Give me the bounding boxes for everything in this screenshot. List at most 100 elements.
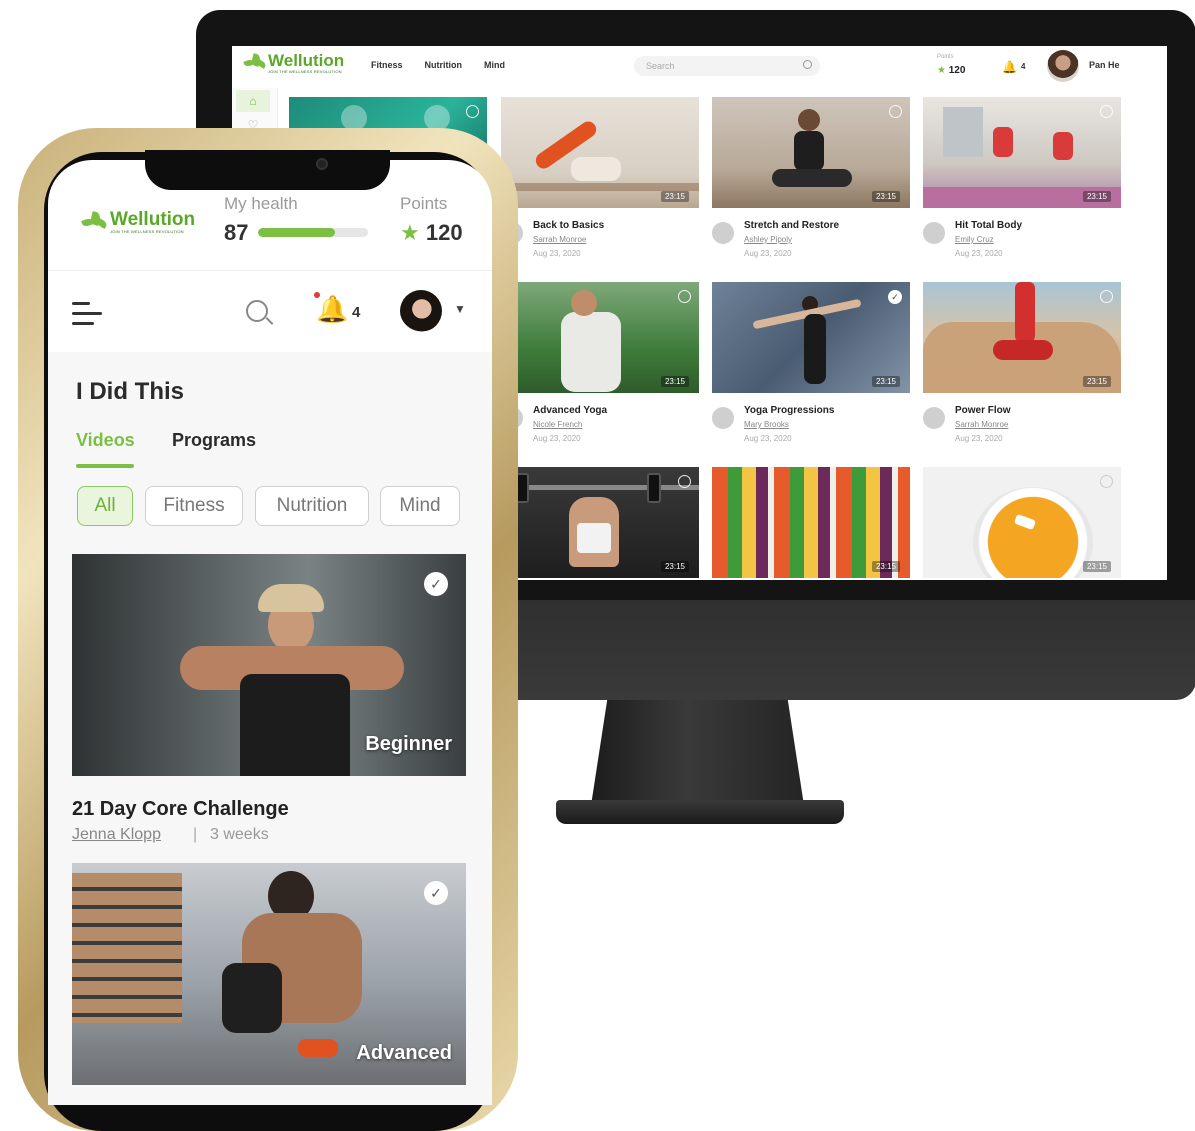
home-icon[interactable]: ⌂ [236, 90, 270, 112]
video-thumbnail[interactable]: 23:15 [923, 97, 1121, 208]
video-thumbnail[interactable]: ✓ 23:15 [712, 282, 910, 393]
nav-item-mind[interactable]: Mind [484, 60, 505, 70]
avatar[interactable] [1047, 50, 1079, 82]
tab-programs[interactable]: Programs [172, 430, 256, 451]
video-thumbnail[interactable]: 23:15 [923, 282, 1121, 393]
video-title[interactable]: Yoga Progressions [744, 405, 834, 416]
check-icon: ✓ [424, 572, 448, 596]
nav-item-fitness[interactable]: Fitness [371, 60, 403, 70]
video-author[interactable]: Ashley Pipoly [744, 235, 792, 244]
author-avatar [712, 407, 734, 429]
level-badge: Advanced [356, 1042, 452, 1064]
desktop-search-input[interactable]: Search [634, 56, 820, 76]
nav-item-nutrition[interactable]: Nutrition [425, 60, 463, 70]
video-author[interactable]: Nicole French [533, 420, 582, 429]
mobile-logo[interactable]: Wellution JOIN THE WELLNESS REVOLUTION [80, 210, 195, 234]
health-progress-fill [258, 228, 335, 237]
video-meta: Back to Basics Sarrah Monroe Aug 23, 202… [501, 218, 699, 268]
video-date: Aug 23, 2020 [955, 249, 1003, 258]
phone-notch [145, 150, 390, 190]
clock-icon [678, 475, 691, 488]
logo-text: Wellution [110, 209, 196, 230]
filter-chip-mind[interactable]: Mind [380, 486, 460, 526]
check-icon: ✓ [424, 881, 448, 905]
duration-badge: 23:15 [1082, 376, 1111, 387]
clock-icon [889, 105, 902, 118]
video-meta: Stretch and Restore Ashley Pipoly Aug 23… [712, 218, 910, 268]
desktop-header: Wellution JOIN THE WELLNESS REVOLUTION F… [232, 46, 1167, 88]
author-avatar [712, 222, 734, 244]
video-date: Aug 23, 2020 [744, 249, 792, 258]
video-thumbnail[interactable]: 23:15 [923, 467, 1121, 578]
monitor-stand-foot [556, 800, 844, 824]
logo-tagline: JOIN THE WELLNESS REVOLUTION [110, 229, 184, 234]
points-label: Points [937, 54, 954, 60]
mobile-toolbar: 🔔 4 ▼ [48, 280, 492, 352]
clock-icon [1100, 105, 1113, 118]
video-thumbnail[interactable]: 23:15 [501, 282, 699, 393]
video-author[interactable]: Sarrah Monroe [955, 420, 1008, 429]
filter-chip-all[interactable]: All [77, 486, 133, 526]
user-name[interactable]: Pan He [1089, 60, 1120, 70]
mobile-top-bar: Wellution JOIN THE WELLNESS REVOLUTION M… [48, 190, 492, 270]
video-thumbnail[interactable]: 23:15 [501, 97, 699, 208]
clock-icon [1100, 475, 1113, 488]
duration-badge: 23:15 [660, 191, 689, 202]
divider [48, 270, 492, 271]
search-icon[interactable] [246, 300, 268, 322]
search-icon[interactable] [803, 60, 812, 69]
active-tab-indicator [76, 464, 134, 468]
search-placeholder: Search [646, 61, 675, 71]
bell-icon[interactable]: 🔔 [316, 294, 348, 325]
video-date: Aug 23, 2020 [533, 249, 581, 258]
bell-icon[interactable]: 🔔 [1002, 60, 1017, 74]
desktop-nav: Fitness Nutrition Mind [371, 60, 505, 70]
program-author[interactable]: Jenna Klopp [72, 826, 161, 844]
program-duration: 3 weeks [210, 826, 269, 843]
video-date: Aug 23, 2020 [744, 434, 792, 443]
duration-badge: 23:15 [1082, 561, 1111, 572]
program-card-image[interactable]: ✓ Beginner [72, 554, 466, 776]
points-value: ★ 120 [937, 65, 966, 76]
monitor-stand-neck [590, 700, 805, 812]
video-author[interactable]: Sarrah Monroe [533, 235, 586, 244]
video-author[interactable]: Emily Cruz [955, 235, 994, 244]
health-value: 87 [224, 220, 249, 245]
logo-text: Wellution [268, 51, 345, 70]
video-title[interactable]: Power Flow [955, 405, 1011, 416]
filter-chip-fitness[interactable]: Fitness [145, 486, 243, 526]
video-title[interactable]: Stretch and Restore [744, 220, 839, 231]
video-thumbnail[interactable]: 23:15 [712, 97, 910, 208]
author-avatar [923, 222, 945, 244]
avatar[interactable] [400, 290, 442, 332]
duration-badge: 23:15 [871, 191, 900, 202]
program-title[interactable]: 21 Day Core Challenge [72, 798, 289, 821]
hamburger-menu-icon[interactable] [72, 298, 106, 328]
video-author[interactable]: Mary Brooks [744, 420, 789, 429]
star-icon: ★ [937, 65, 946, 76]
video-thumbnail[interactable]: 23:15 [712, 467, 910, 578]
check-icon: ✓ [888, 290, 902, 304]
duration-badge: 23:15 [871, 561, 900, 572]
program-card-image[interactable]: ✓ Advanced [72, 863, 466, 1085]
chevron-down-icon[interactable]: ▼ [454, 302, 466, 316]
notification-count: 4 [1021, 62, 1026, 71]
tab-videos[interactable]: Videos [76, 430, 135, 451]
health-progress-bar [258, 228, 368, 237]
filter-chip-nutrition[interactable]: Nutrition [255, 486, 369, 526]
logo-tagline: JOIN THE WELLNESS REVOLUTION [268, 69, 342, 74]
duration-badge: 23:15 [660, 561, 689, 572]
points-label: Points [400, 194, 448, 213]
video-title[interactable]: Back to Basics [533, 220, 604, 231]
desktop-logo[interactable]: Wellution JOIN THE WELLNESS REVOLUTION [242, 52, 344, 74]
health-label: My health [224, 194, 298, 213]
video-thumbnail[interactable]: 23:15 [501, 467, 699, 578]
clock-icon [466, 105, 479, 118]
camera-icon [316, 158, 328, 170]
clock-icon [678, 290, 691, 303]
video-title[interactable]: Hit Total Body [955, 220, 1022, 231]
video-title[interactable]: Advanced Yoga [533, 405, 607, 416]
phone-screen: Wellution JOIN THE WELLNESS REVOLUTION M… [48, 160, 492, 1105]
video-meta: Yoga Progressions Mary Brooks Aug 23, 20… [712, 403, 910, 453]
video-date: Aug 23, 2020 [955, 434, 1003, 443]
